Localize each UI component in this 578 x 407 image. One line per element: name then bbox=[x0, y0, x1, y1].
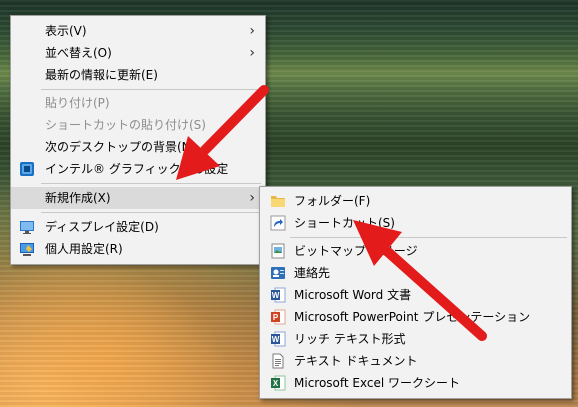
annotation-arrows bbox=[176, 85, 487, 341]
annotation-arrow-to-new bbox=[176, 85, 269, 180]
annotation-arrow-to-shortcut bbox=[353, 220, 487, 341]
